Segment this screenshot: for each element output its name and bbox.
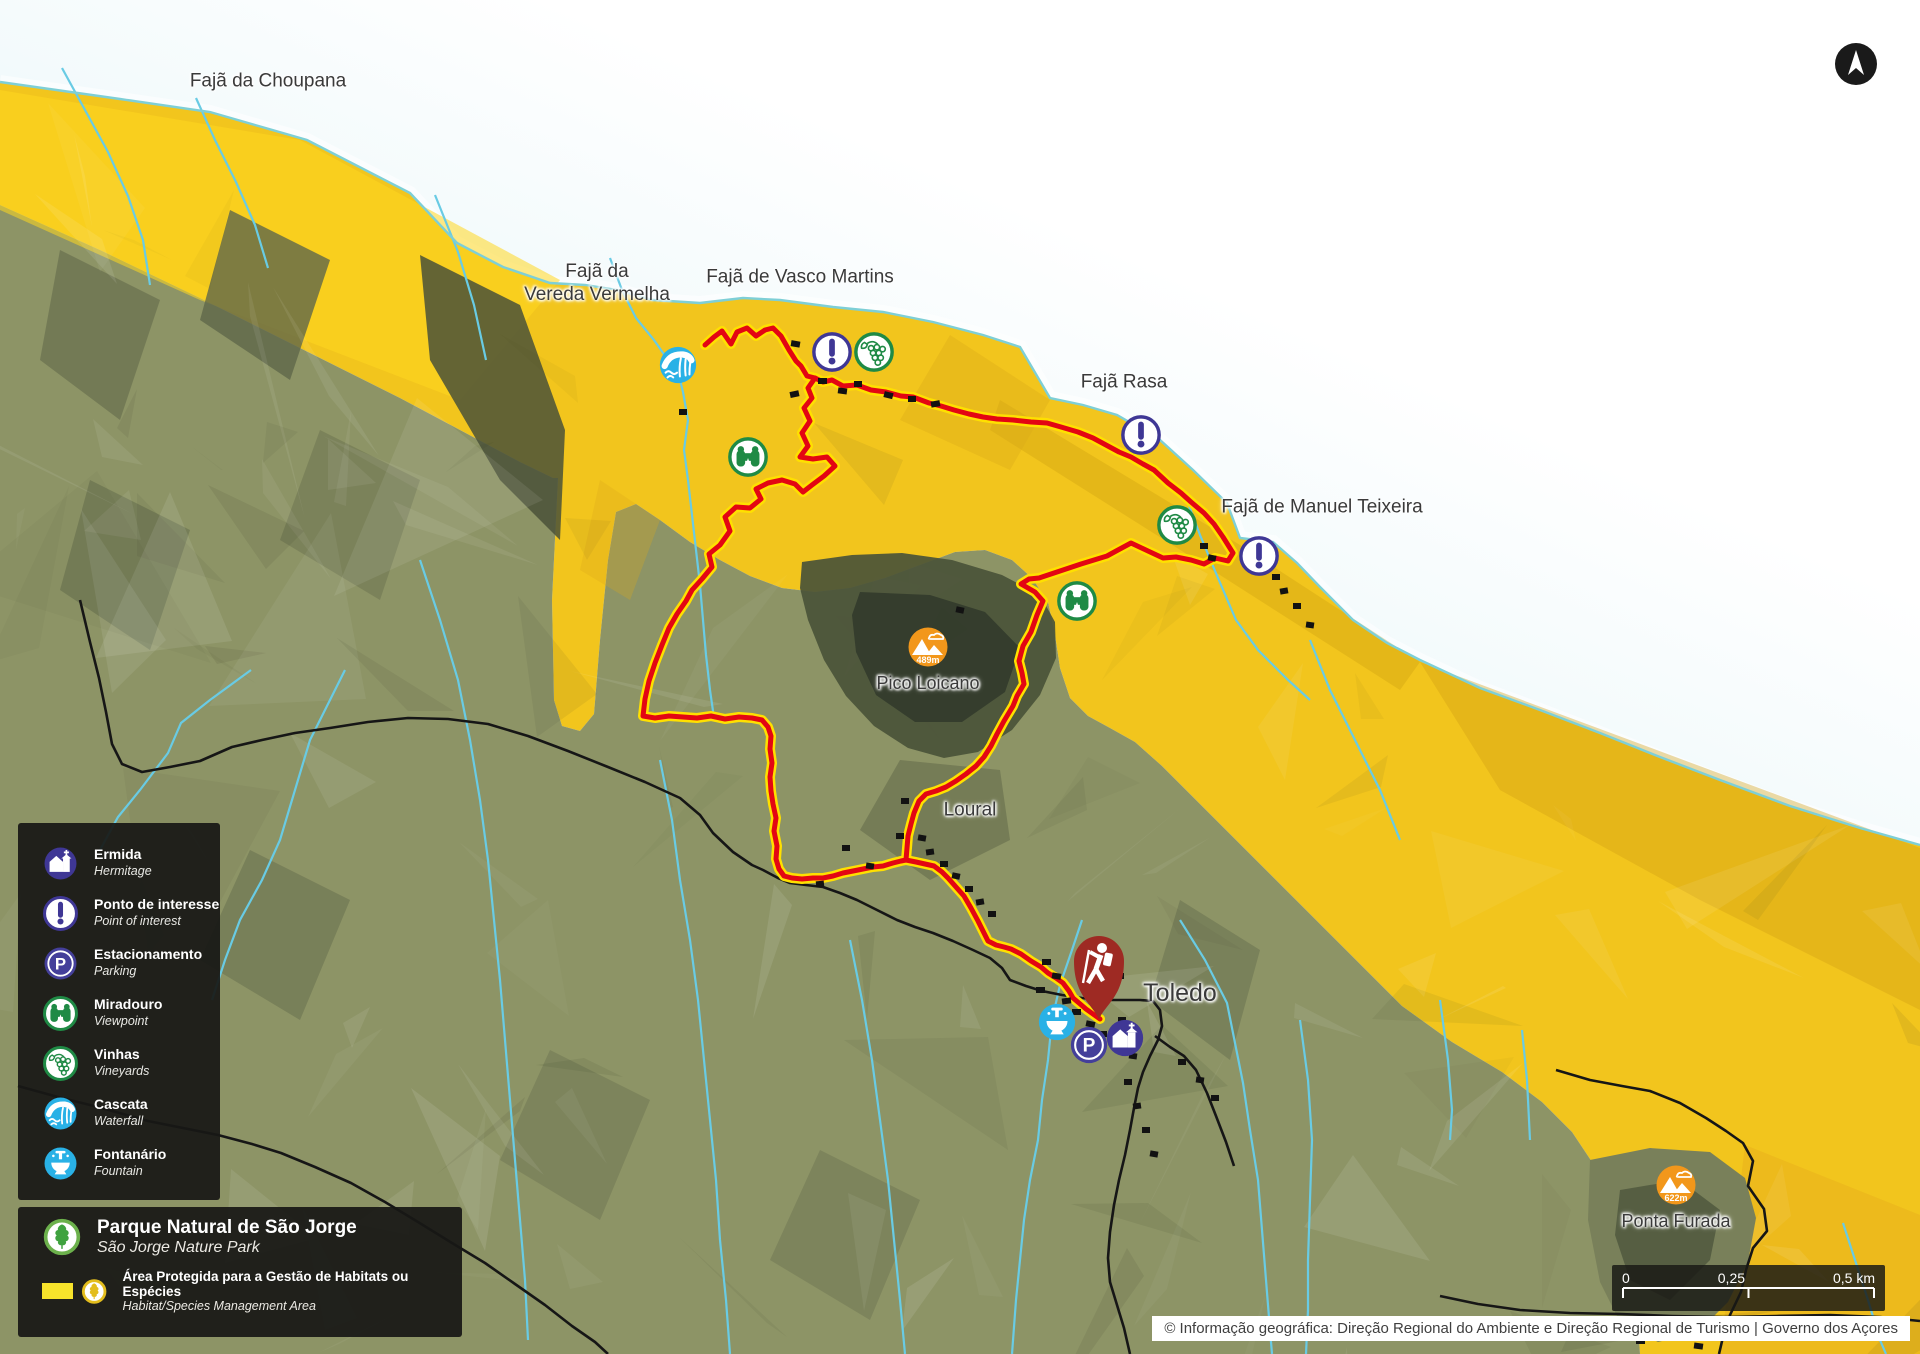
viewpoint-icon [42, 995, 79, 1032]
fountain-icon [42, 1145, 79, 1182]
north-arrow-icon [1832, 40, 1880, 88]
park-legend-panel: Parque Natural de São Jorge São Jorge Na… [18, 1207, 462, 1337]
label-faja-de-manuel-teixeira: Fajã de Manuel Teixeira [1221, 497, 1422, 520]
legend-label-pt: Fontanário [94, 1146, 166, 1164]
legend-label-en: Waterfall [94, 1114, 148, 1130]
label-faja-da-vereda-vermelha: Fajã da Vereda Vermelha [524, 261, 670, 307]
point-of-interest-icon [1120, 414, 1162, 456]
mountain-peak-icon: 622m [1653, 1162, 1699, 1208]
legend-label-pt: Cascata [94, 1096, 148, 1114]
legend-item-parking: Estacionamento Parking [18, 938, 220, 988]
waterfall-icon [42, 1095, 79, 1132]
legend-item-hermitage: Ermida Hermitage [18, 838, 220, 888]
parking-icon [42, 945, 79, 982]
label-faja-da-choupana: Fajã da Choupana [190, 71, 346, 94]
scale-end: 0,5 km [1833, 1270, 1875, 1286]
scale-middle: 0,25 [1718, 1270, 1745, 1286]
label-pico-loicano: Pico Loicano [876, 673, 979, 695]
protected-area-label-pt: Área Protegida para a Gestão de Habitats… [123, 1269, 462, 1299]
legend-item-waterfall: Cascata Waterfall [18, 1088, 220, 1138]
hermitage-icon [42, 845, 79, 882]
legend-label-en: Vineyards [94, 1064, 149, 1080]
legend-item-point-of-interest: Ponto de interesse Point of interest [18, 888, 220, 938]
mountain-peak-icon: 489m [905, 624, 951, 670]
peak-elevation: 622m [1664, 1193, 1687, 1203]
legend-label-pt: Ponto de interesse [94, 896, 219, 914]
legend-item-protected-area: Área Protegida para a Gestão de Habitats… [42, 1269, 462, 1313]
peak-elevation: 489m [916, 655, 939, 665]
vineyards-icon [42, 1045, 79, 1082]
scale-start: 0 [1622, 1270, 1630, 1286]
vineyards-icon [1156, 504, 1198, 546]
scale-bar-line [1622, 1286, 1875, 1299]
point-of-interest-icon [1238, 535, 1280, 577]
legend-label-en: Fountain [94, 1164, 166, 1180]
point-of-interest-icon [42, 895, 79, 932]
legend-label-en: Viewpoint [94, 1014, 162, 1030]
protected-area-label-en: Habitat/Species Management Area [123, 1299, 462, 1313]
legend-label-en: Point of interest [94, 914, 219, 930]
legend-label-en: Hermitage [94, 864, 152, 880]
waterfall-icon [657, 344, 699, 386]
legend-item-fountain: Fontanário Fountain [18, 1138, 220, 1188]
label-loural: Loural [944, 800, 997, 823]
hermitage-icon [1104, 1017, 1146, 1059]
label-faja-de-vasco-martins: Fajã de Vasco Martins [706, 267, 894, 290]
legend-label-en: Parking [94, 964, 202, 980]
park-name: Parque Natural de São Jorge [97, 1217, 357, 1239]
legend-label-pt: Ermida [94, 846, 152, 864]
legend-label-pt: Miradouro [94, 996, 162, 1014]
viewpoint-icon [1056, 580, 1098, 622]
scale-bar: 0 0,25 0,5 km [1612, 1265, 1885, 1311]
vineyards-icon [853, 331, 895, 373]
legend-label-pt: Vinhas [94, 1046, 149, 1064]
legend-item-vineyards: Vinhas Vineyards [18, 1038, 220, 1088]
label-faja-rasa: Fajã Rasa [1081, 372, 1168, 395]
legend-panel: Ermida Hermitage Ponto de interesse Poin… [18, 823, 220, 1200]
legend-item-viewpoint: Miradouro Viewpoint [18, 988, 220, 1038]
oak-leaf-icon [42, 1217, 82, 1257]
protected-area-swatch [42, 1283, 73, 1299]
park-name-en: São Jorge Nature Park [97, 1239, 357, 1257]
trail-map: P [0, 0, 1920, 1354]
point-of-interest-icon [811, 331, 853, 373]
viewpoint-icon [727, 436, 769, 478]
label-ponta-furada: Ponta Furada [1621, 1211, 1730, 1233]
oak-leaf-icon-yellow [81, 1278, 107, 1305]
label-toledo: Toledo [1143, 978, 1217, 1008]
legend-label-pt: Estacionamento [94, 946, 202, 964]
attribution-bar: © Informação geográfica: Direção Regiona… [1152, 1316, 1910, 1341]
legend-item-nature-park: Parque Natural de São Jorge São Jorge Na… [42, 1217, 462, 1257]
